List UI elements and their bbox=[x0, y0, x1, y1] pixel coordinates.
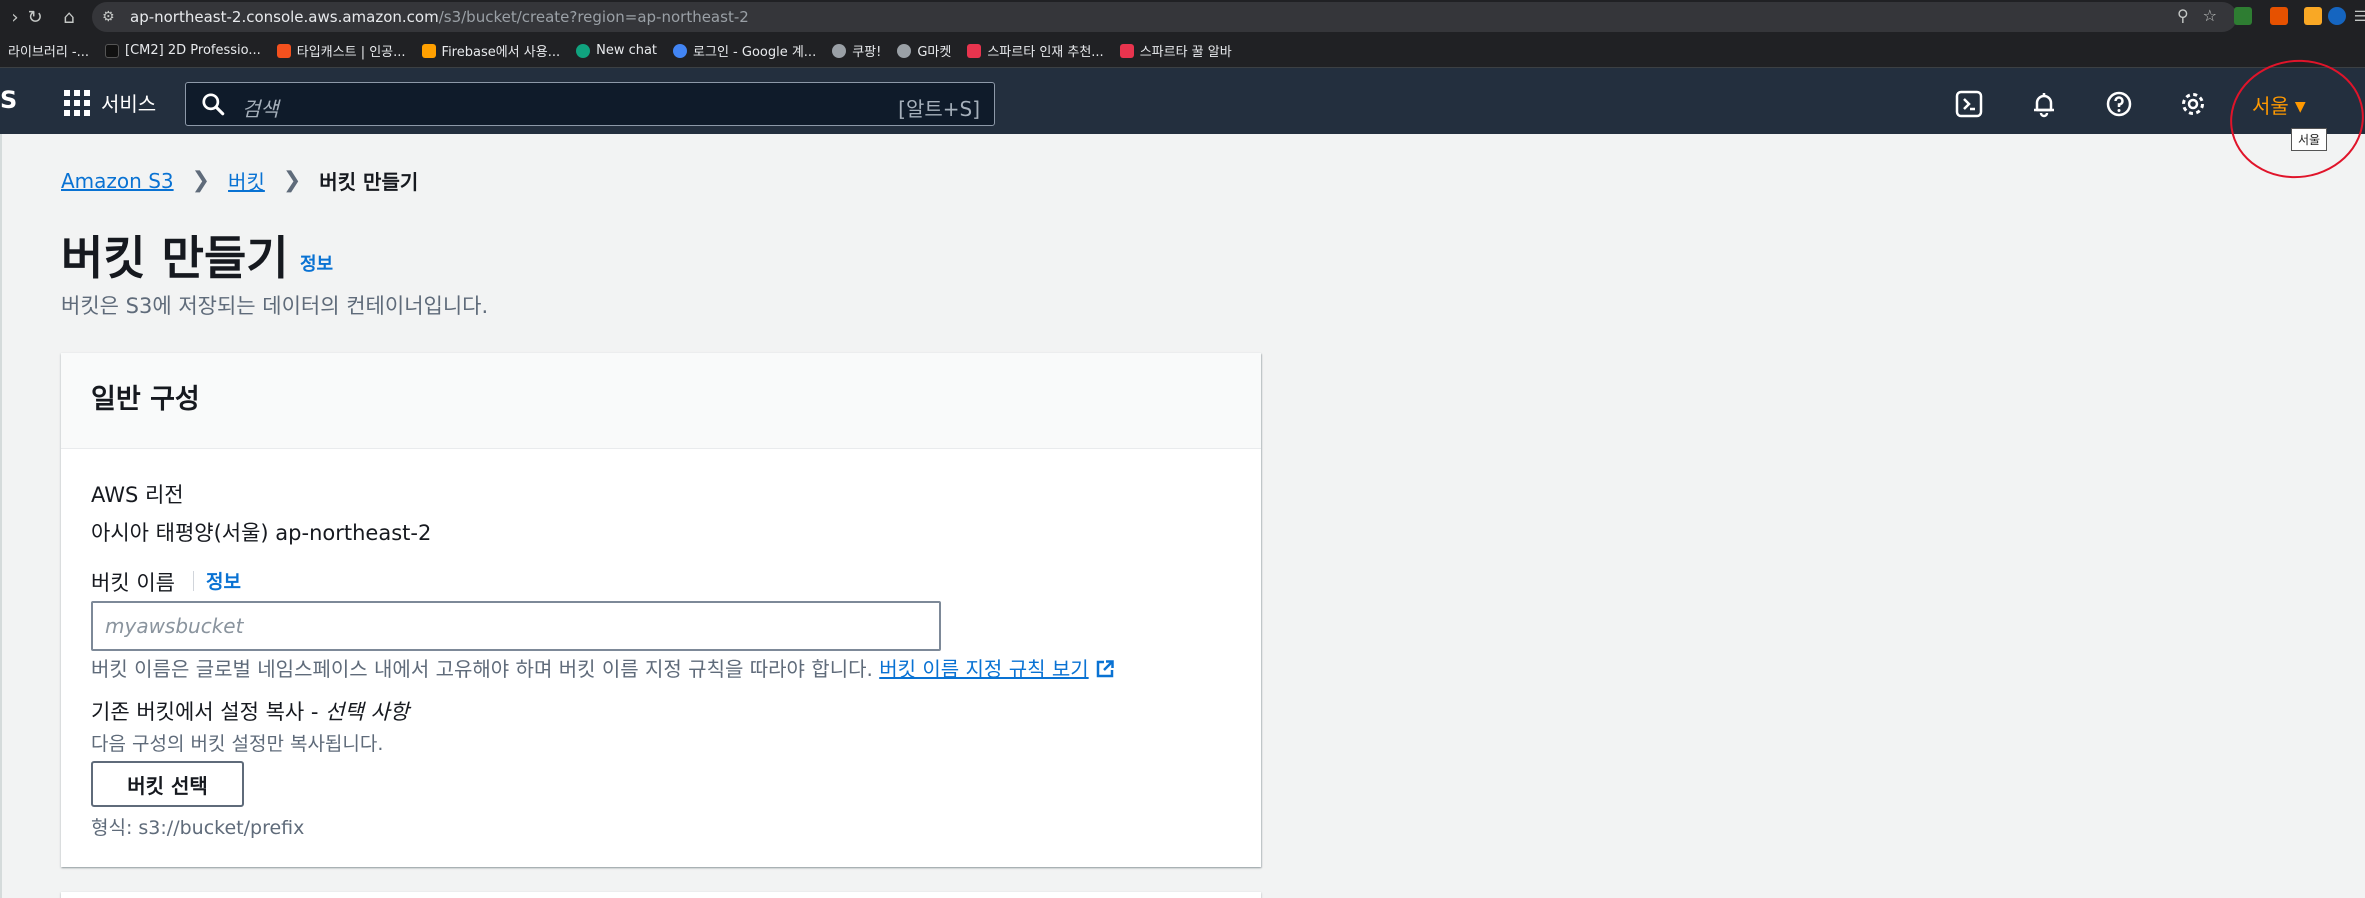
url-host: ap-northeast-2.console.aws.amazon.com bbox=[130, 8, 439, 26]
search-box[interactable]: 검색 [알트+S] bbox=[185, 82, 995, 126]
favicon-icon bbox=[832, 43, 847, 58]
caret-down-icon: ▼ bbox=[2294, 99, 2306, 115]
chevron-right-icon: ❯ bbox=[191, 168, 211, 193]
bookmark-item[interactable]: 타입캐스트 | 인공... bbox=[269, 34, 414, 68]
location-icon[interactable]: ⚲ bbox=[2177, 6, 2189, 25]
region-field-label: AWS 리전 bbox=[91, 483, 184, 507]
extension-icon[interactable] bbox=[2304, 7, 2322, 25]
bookmark-item[interactable]: 쿠팡! bbox=[824, 34, 889, 68]
bookmarks-bar: 라이브러리 -... [CM2] 2D Professio... 타입캐스트 |… bbox=[0, 34, 2365, 68]
bookmark-item[interactable]: G마켓 bbox=[889, 34, 959, 68]
region-tooltip: 서울 bbox=[2291, 128, 2328, 151]
address-bar[interactable]: ⚙ ap-northeast-2.console.aws.amazon.com/… bbox=[92, 2, 2237, 32]
bucket-name-input[interactable] bbox=[93, 603, 939, 649]
url-path: /s3/bucket/create?region=ap-northeast-2 bbox=[438, 8, 749, 26]
naming-rules-link-text: 버킷 이름 지정 규칙 보기 bbox=[879, 657, 1089, 681]
favicon-icon bbox=[105, 43, 120, 58]
external-link-icon[interactable] bbox=[1095, 659, 1115, 679]
favicon-icon bbox=[967, 43, 982, 58]
favicon-icon bbox=[276, 43, 291, 58]
help-icon[interactable] bbox=[2105, 90, 2133, 118]
region-field-value: 아시아 태평양(서울) ap-northeast-2 bbox=[91, 521, 432, 545]
favicon-icon bbox=[897, 43, 912, 58]
search-placeholder: 검색 bbox=[242, 97, 279, 121]
naming-rules-link[interactable]: 버킷 이름 지정 규칙 보기 bbox=[879, 657, 1088, 681]
bookmark-label: [CM2] 2D Professio... bbox=[125, 43, 261, 58]
panel-header: 일반 구성 bbox=[61, 353, 1261, 449]
format-hint: 형식: s3://bucket/prefix bbox=[91, 817, 305, 839]
bookmark-label: 스파르타 인재 추천... bbox=[987, 45, 1104, 60]
hint-text: 버킷 이름은 글로벌 네임스페이스 내에서 고유해야 하며 버킷 이름 지정 규… bbox=[91, 657, 873, 681]
chevron-right-icon: ❯ bbox=[282, 168, 302, 193]
reload-icon[interactable]: ↻ bbox=[20, 2, 50, 32]
bucket-name-info-link[interactable]: 정보 bbox=[206, 567, 241, 594]
search-icon bbox=[202, 93, 225, 116]
extension-icon[interactable] bbox=[2234, 7, 2252, 25]
page-description: 버킷은 S3에 저장되는 데이터의 컨테이너입니다. bbox=[61, 294, 489, 318]
favicon-icon bbox=[673, 43, 688, 58]
region-label: 서울 bbox=[2252, 94, 2289, 118]
bookmark-item[interactable]: 라이브러리 -... bbox=[0, 34, 97, 68]
cloudshell-icon[interactable] bbox=[1955, 90, 1983, 118]
bookmark-label: Firebase에서 사용... bbox=[441, 45, 561, 60]
aws-top-nav: S 서비스 검색 [알트+S] 서울 ▼ bbox=[0, 68, 2365, 134]
services-grid-icon[interactable] bbox=[64, 90, 90, 116]
settings-gear-icon[interactable] bbox=[2179, 90, 2207, 118]
breadcrumb-link-buckets[interactable]: 버킷 bbox=[228, 166, 265, 195]
optional-tag: 선택 사항 bbox=[325, 700, 410, 724]
bookmark-label: 타입캐스트 | 인공... bbox=[296, 45, 406, 60]
bookmark-item[interactable]: 스파르타 꿀 알바 bbox=[1112, 34, 1240, 68]
panel-heading: 일반 구성 bbox=[91, 384, 200, 415]
breadcrumb: Amazon S3 ❯ 버킷 ❯ 버킷 만들기 bbox=[61, 166, 418, 195]
copy-settings-text: 기존 버킷에서 설정 복사 - bbox=[91, 700, 319, 724]
bookmark-star-icon[interactable]: ☆ bbox=[2203, 6, 2217, 25]
bookmark-item[interactable]: New chat bbox=[568, 34, 665, 68]
extension-icon[interactable] bbox=[2270, 7, 2288, 25]
services-menu-label[interactable]: 서비스 bbox=[101, 88, 156, 117]
copy-settings-label: 기존 버킷에서 설정 복사 - 선택 사항 bbox=[91, 696, 409, 726]
bookmark-item[interactable]: 로그인 - Google 계... bbox=[665, 34, 824, 68]
site-info-icon[interactable]: ⚙ bbox=[102, 9, 130, 25]
label-divider bbox=[193, 571, 194, 591]
bookmark-label: 로그인 - Google 계... bbox=[693, 45, 817, 60]
bucket-name-hint: 버킷 이름은 글로벌 네임스페이스 내에서 고유해야 하며 버킷 이름 지정 규… bbox=[91, 653, 1115, 682]
search-shortcut: [알트+S] bbox=[898, 97, 980, 121]
favicon-icon bbox=[576, 43, 591, 58]
sidebar-edge bbox=[0, 134, 2, 898]
bookmark-label: 라이브러리 -... bbox=[8, 45, 90, 60]
copy-settings-description: 다음 구성의 버킷 설정만 복사됩니다. bbox=[91, 733, 384, 755]
home-icon[interactable]: ⌂ bbox=[54, 2, 84, 32]
bucket-name-label: 버킷 이름 bbox=[91, 571, 175, 595]
bookmark-item[interactable]: Firebase에서 사용... bbox=[414, 34, 569, 68]
extensions-puzzle-icon[interactable]: ☰ bbox=[2345, 2, 2365, 32]
bucket-name-input-wrapper bbox=[91, 601, 941, 651]
extension-icon[interactable] bbox=[2328, 7, 2346, 25]
bookmark-label: 스파르타 꿀 알바 bbox=[1139, 45, 1232, 60]
aws-logo[interactable]: S bbox=[0, 86, 17, 114]
bookmark-label: G마켓 bbox=[917, 45, 952, 60]
favicon-icon bbox=[1119, 43, 1134, 58]
choose-bucket-button[interactable]: 버킷 선택 bbox=[91, 761, 244, 807]
breadcrumb-link-amazon-s3[interactable]: Amazon S3 bbox=[61, 169, 174, 193]
next-panel-edge bbox=[61, 892, 1261, 898]
bookmark-item[interactable]: 스파르타 인재 추천... bbox=[959, 34, 1111, 68]
breadcrumb-current: 버킷 만들기 bbox=[319, 170, 419, 194]
bookmark-label: New chat bbox=[596, 43, 658, 58]
general-config-panel: 일반 구성 AWS 리전 아시아 태평양(서울) ap-northeast-2 … bbox=[61, 353, 1261, 867]
bookmark-label: 쿠팡! bbox=[852, 45, 882, 60]
bookmark-item[interactable]: [CM2] 2D Professio... bbox=[97, 34, 269, 68]
page-title: 버킷 만들기 bbox=[61, 231, 289, 285]
page-info-link[interactable]: 정보 bbox=[300, 250, 333, 276]
url-text: ap-northeast-2.console.aws.amazon.com/s3… bbox=[130, 8, 749, 26]
favicon-icon bbox=[421, 43, 436, 58]
browser-toolbar: › ↻ ⌂ ⚙ ap-northeast-2.console.aws.amazo… bbox=[0, 0, 2365, 34]
region-selector[interactable]: 서울 ▼ bbox=[2252, 90, 2306, 119]
notifications-bell-icon[interactable] bbox=[2030, 90, 2058, 118]
